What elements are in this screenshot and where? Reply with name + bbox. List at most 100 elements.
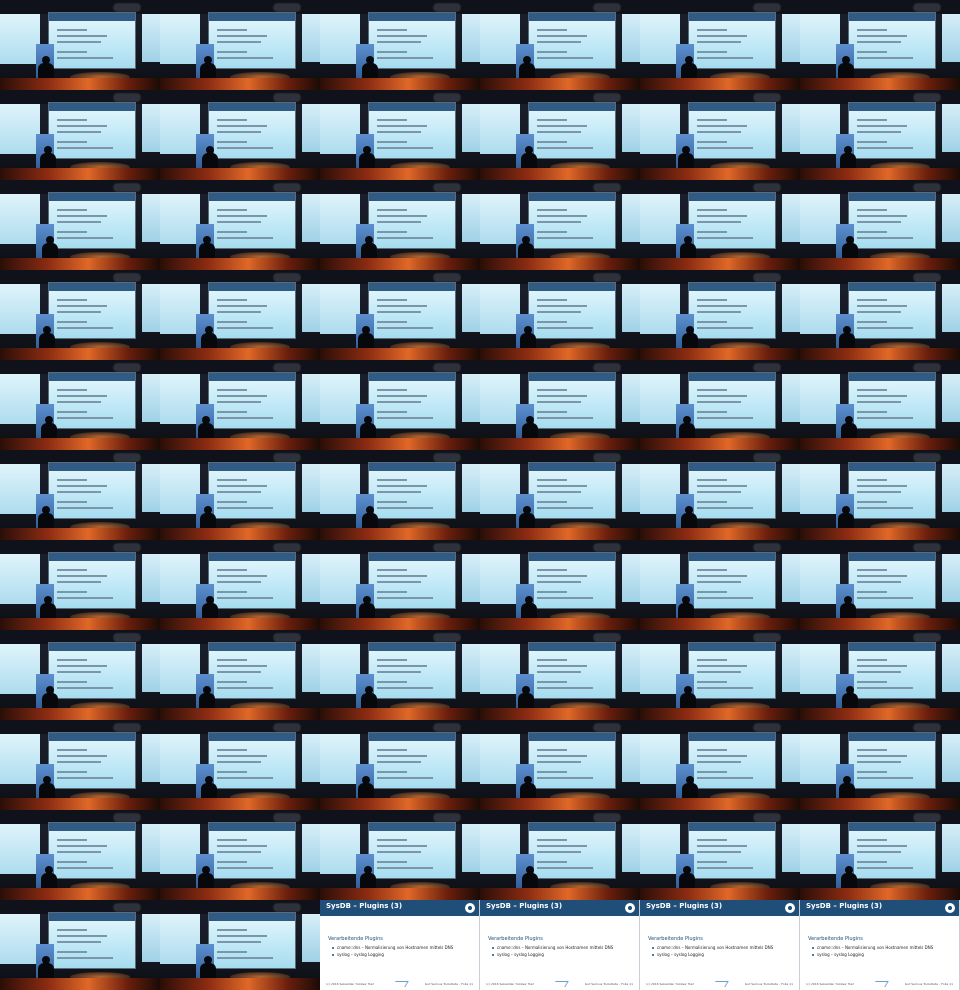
- screen-text-line: [377, 867, 433, 869]
- screen-text-line: [377, 305, 427, 307]
- screen-text-line: [857, 321, 887, 323]
- screen-text-line: [377, 665, 427, 667]
- screen-text-line: [537, 479, 567, 481]
- stage-desk: [0, 888, 160, 900]
- side-screen-right: [942, 464, 960, 512]
- projector: [914, 454, 940, 461]
- video-frame-photo: [320, 360, 480, 450]
- screen-text-line: [57, 581, 101, 583]
- screen-text-line: [537, 389, 567, 391]
- screen-text-line: [537, 851, 581, 853]
- side-screen-right: [942, 644, 960, 692]
- side-screen-left: [480, 14, 520, 64]
- screen-title-bar: [49, 193, 135, 201]
- side-screen-left: [160, 464, 200, 514]
- bullet-icon: [332, 954, 334, 956]
- screen-title-bar: [209, 373, 295, 381]
- side-screen-left: [480, 824, 520, 874]
- screen-title-bar: [529, 463, 615, 471]
- projection-screen: [528, 372, 616, 429]
- screen-title-bar: [209, 193, 295, 201]
- projection-screen: [48, 462, 136, 519]
- screen-text-line: [377, 749, 407, 751]
- slide-header-bar: SysDB – Plugins (3): [800, 900, 959, 916]
- stage-desk: [800, 618, 960, 630]
- projection-screen: [688, 732, 776, 789]
- screen-text-line: [697, 131, 741, 133]
- screen-text-line: [57, 665, 107, 667]
- video-frame-photo: [160, 450, 320, 540]
- screen-text-line: [857, 867, 913, 869]
- screen-text-line: [217, 479, 247, 481]
- screen-text-line: [857, 389, 887, 391]
- side-screen-left: [0, 734, 40, 784]
- side-screen-left: [640, 104, 680, 154]
- projection-screen: [208, 912, 296, 969]
- side-screen-right: [782, 14, 800, 62]
- side-screen-left: [640, 284, 680, 334]
- stage-desk: [480, 78, 640, 90]
- projection-screen: [48, 102, 136, 159]
- projector: [594, 634, 620, 641]
- projector: [274, 904, 300, 911]
- screen-text-line: [57, 479, 87, 481]
- footer-logo-icon: [552, 981, 569, 987]
- screen-title-bar: [529, 643, 615, 651]
- side-screen-right: [782, 464, 800, 512]
- screen-text-line: [57, 659, 87, 661]
- projection-screen: [528, 12, 616, 69]
- screen-text-line: [857, 501, 887, 503]
- screen-text-line: [697, 569, 727, 571]
- screen-text-line: [857, 51, 887, 53]
- projection-screen: [528, 822, 616, 879]
- side-screen-left: [160, 554, 200, 604]
- screen-title-bar: [529, 283, 615, 291]
- slide-bullet: cname::dns – Normalisierung von Hostname…: [332, 945, 453, 950]
- screen-title-bar: [529, 373, 615, 381]
- screen-text-line: [537, 501, 567, 503]
- speaker-silhouette: [201, 776, 217, 800]
- screen-title-bar: [369, 373, 455, 381]
- projector: [754, 274, 780, 281]
- screen-title-bar: [529, 13, 615, 21]
- screen-text-line: [377, 659, 407, 661]
- video-frame-photo: [160, 0, 320, 90]
- side-screen-right: [622, 554, 640, 602]
- screen-text-line: [57, 215, 107, 217]
- stage-desk: [480, 528, 640, 540]
- side-screen-right: [622, 644, 640, 692]
- owl-logo-icon: [625, 903, 635, 913]
- side-screen-right: [942, 554, 960, 602]
- projector: [594, 364, 620, 371]
- projection-screen: [48, 282, 136, 339]
- video-frame-photo: [160, 180, 320, 270]
- screen-text-line: [217, 327, 273, 329]
- screen-title-bar: [209, 823, 295, 831]
- projection-screen: [208, 552, 296, 609]
- screen-title-bar: [369, 733, 455, 741]
- slide-subtitle: Verarbeitende Plugins: [328, 936, 383, 942]
- video-frame-photo: [640, 360, 800, 450]
- frame-grid: SysDB – Plugins (3) Verarbeitende Plugin…: [0, 0, 960, 990]
- video-frame-photo: [480, 450, 640, 540]
- projector: [274, 94, 300, 101]
- speaker-silhouette: [38, 956, 54, 980]
- projector: [114, 94, 140, 101]
- video-frame-photo: [160, 810, 320, 900]
- screen-text-line: [857, 479, 887, 481]
- screen-title-bar: [689, 373, 775, 381]
- screen-text-line: [697, 845, 747, 847]
- projector: [114, 364, 140, 371]
- video-frame-photo: [0, 900, 160, 990]
- side-screen-left: [0, 284, 40, 334]
- video-frame-photo: [640, 720, 800, 810]
- screen-text-line: [57, 321, 87, 323]
- projector: [274, 544, 300, 551]
- screen-text-line: [697, 501, 727, 503]
- screen-text-line: [697, 755, 747, 757]
- screen-text-line: [857, 839, 887, 841]
- screen-title-bar: [849, 13, 935, 21]
- screen-text-line: [377, 861, 407, 863]
- screen-text-line: [857, 305, 907, 307]
- screen-text-line: [217, 29, 247, 31]
